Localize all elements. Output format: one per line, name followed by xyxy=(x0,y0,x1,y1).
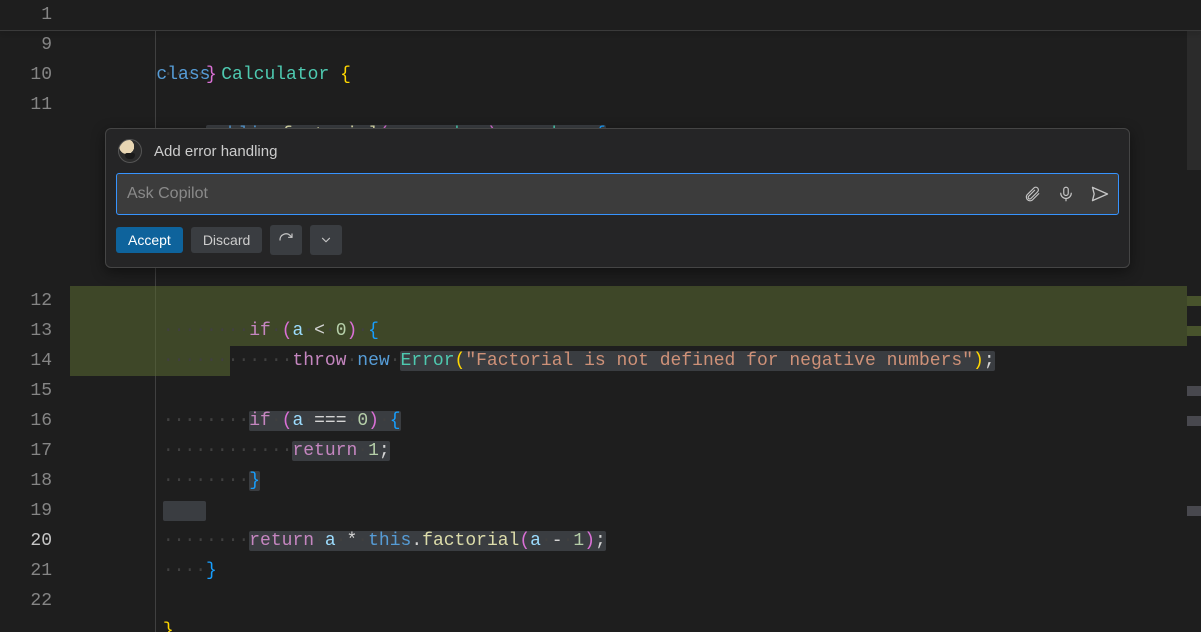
line-number: 12 xyxy=(0,286,70,316)
token-variable: a xyxy=(292,321,303,341)
line-number-gutter[interactable]: 1 9 10 11 12 13 14 15 16 17 18 19 20 21 … xyxy=(0,0,70,632)
token-keyword: throw xyxy=(292,351,346,371)
token-keyword: return xyxy=(292,441,357,461)
minimap-selection-marker xyxy=(1187,506,1201,516)
line-number: 19 xyxy=(0,496,70,526)
token-variable: a xyxy=(325,531,336,551)
code-line[interactable]: } xyxy=(70,586,1201,616)
code-line[interactable] xyxy=(70,556,1201,586)
line-number: 1 xyxy=(0,0,70,30)
discard-button[interactable]: Discard xyxy=(191,227,262,253)
token-paren: ) xyxy=(973,351,984,371)
line-number: 14 xyxy=(0,346,70,376)
sticky-scroll-separator xyxy=(0,30,1201,31)
line-number: 11 xyxy=(0,90,70,120)
token-brace: } xyxy=(249,471,260,491)
code-line-added[interactable]: ········if·(a·<·0)·{ xyxy=(70,286,1201,316)
token-number: 1 xyxy=(368,441,379,461)
line-number: 13 xyxy=(0,316,70,346)
token-string: "Factorial is not defined for negative n… xyxy=(465,351,973,371)
inline-chat-title: Add error handling xyxy=(154,143,277,160)
code-line[interactable]: ····} xyxy=(70,30,1201,60)
more-options-button[interactable] xyxy=(310,225,342,255)
token-number: 0 xyxy=(336,321,347,341)
inline-chat-input[interactable] xyxy=(127,185,1022,203)
token-number: 0 xyxy=(357,411,368,431)
token-paren: ( xyxy=(282,321,293,341)
token-operator: * xyxy=(346,531,357,551)
copilot-avatar-icon xyxy=(118,139,142,163)
line-number: 22 xyxy=(0,586,70,616)
code-line[interactable]: ····public·factorial(a:·number):·number·… xyxy=(70,90,1201,120)
minimap-scrollbar[interactable] xyxy=(1187,0,1201,632)
token-brace: { xyxy=(340,65,351,85)
token-keyword: new xyxy=(357,351,389,371)
token-paren: ( xyxy=(519,531,530,551)
code-line[interactable]: ········if·(a·===·0)·{ xyxy=(70,376,1201,406)
line-number: 9 xyxy=(0,30,70,60)
token-keyword: if xyxy=(249,321,271,341)
token-keyword: this xyxy=(368,531,411,551)
token-number: 1 xyxy=(573,531,584,551)
token-punc: ; xyxy=(379,441,390,461)
accept-button[interactable]: Accept xyxy=(116,227,183,253)
line-number: 16 xyxy=(0,406,70,436)
token-paren: ( xyxy=(455,351,466,371)
token-paren: ) xyxy=(368,411,379,431)
line-number: 18 xyxy=(0,466,70,496)
token-keyword: class xyxy=(156,65,210,85)
token-paren: ) xyxy=(347,321,358,341)
token-brace: } xyxy=(163,621,174,632)
token-operator: - xyxy=(552,531,563,551)
token-variable: a xyxy=(292,411,303,431)
code-content-area[interactable]: class Calculator { ····} ····public·fact… xyxy=(70,0,1201,632)
line-number: 17 xyxy=(0,436,70,466)
token-type: Calculator xyxy=(221,65,329,85)
minimap-change-marker xyxy=(1187,296,1201,306)
token-paren: ( xyxy=(282,411,293,431)
token-operator: < xyxy=(314,321,325,341)
code-line-sticky[interactable]: class Calculator { xyxy=(70,0,1201,30)
token-operator: === xyxy=(314,411,346,431)
inline-chat-widget: Add error handling Accept xyxy=(105,128,1130,268)
microphone-icon[interactable] xyxy=(1056,184,1076,204)
code-line[interactable]: ········return·a·*·this.factorial(a·-·1)… xyxy=(70,496,1201,526)
token-punc: . xyxy=(411,531,422,551)
token-punc: ; xyxy=(595,531,606,551)
scrollbar-thumb[interactable] xyxy=(1187,30,1201,170)
attachment-icon[interactable] xyxy=(1022,184,1042,204)
token-type: Error xyxy=(400,351,454,371)
token-paren: ) xyxy=(584,531,595,551)
send-icon[interactable] xyxy=(1090,184,1110,204)
token-brace: { xyxy=(390,411,401,431)
token-variable: a xyxy=(530,531,541,551)
line-number: 21 xyxy=(0,556,70,586)
code-editor[interactable]: 1 9 10 11 12 13 14 15 16 17 18 19 20 21 … xyxy=(0,0,1201,632)
token-brace: { xyxy=(368,321,379,341)
minimap-selection-marker xyxy=(1187,416,1201,426)
line-number: 10 xyxy=(0,60,70,90)
line-number-current: 20 xyxy=(0,526,70,556)
token-brace: } xyxy=(206,561,217,581)
inline-chat-input-container[interactable] xyxy=(116,173,1119,215)
token-punc: ; xyxy=(984,351,995,371)
line-number: 15 xyxy=(0,376,70,406)
minimap-selection-marker xyxy=(1187,386,1201,396)
regenerate-button[interactable] xyxy=(270,225,302,255)
token-function: factorial xyxy=(422,531,519,551)
minimap-change-marker xyxy=(1187,326,1201,336)
token-keyword: if xyxy=(249,411,271,431)
token-keyword: return xyxy=(249,531,314,551)
